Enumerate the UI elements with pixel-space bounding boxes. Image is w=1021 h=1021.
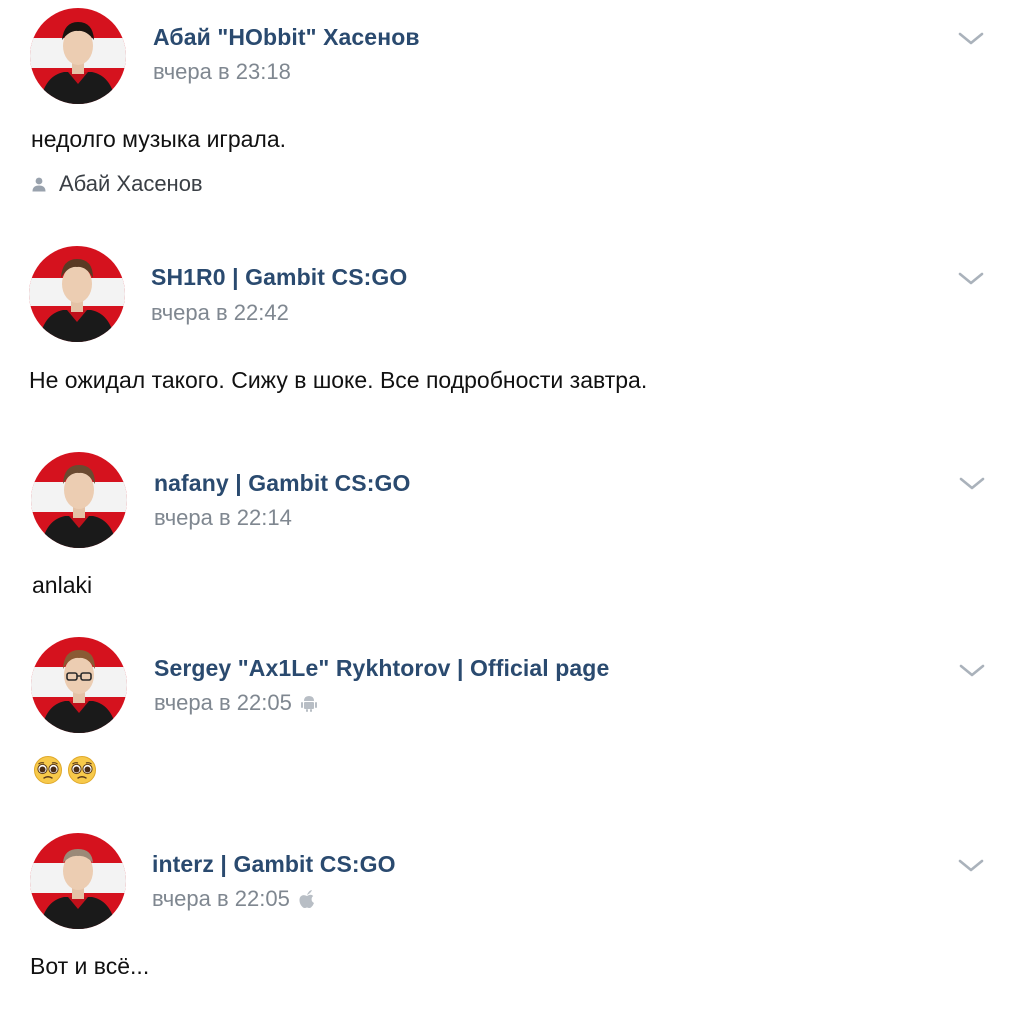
post-text: Не ожидал такого. Сижу в шоке. Все подро…	[29, 367, 648, 393]
post-emojis	[33, 755, 97, 785]
post-text: Вот и всё...	[30, 953, 150, 979]
post-time-label: вчера в 23:18	[153, 59, 291, 84]
avatar[interactable]	[30, 8, 126, 104]
avatar[interactable]	[30, 833, 126, 929]
pleading-face-emoji	[34, 756, 62, 784]
chevron-down-icon[interactable]	[957, 858, 985, 874]
player-avatar-icon	[29, 246, 125, 342]
post-time-label: вчера в 22:14	[154, 505, 292, 530]
player-avatar-icon	[31, 637, 127, 733]
post-signer-name: Абай Хасенов	[59, 171, 203, 196]
avatar[interactable]	[31, 452, 127, 548]
post-author[interactable]: Абай "HObbit" Хасенов	[153, 24, 420, 51]
chevron-down-icon[interactable]	[958, 476, 986, 492]
post-author[interactable]: Sergey "Ax1Le" Rykhtorov | Official page	[154, 655, 609, 682]
post-time[interactable]: вчера в 22:42	[151, 300, 289, 326]
chevron-down-icon[interactable]	[957, 31, 985, 47]
player-avatar-icon	[30, 833, 126, 929]
post-time-label: вчера в 22:05	[152, 886, 290, 911]
post-signer[interactable]: Абай Хасенов	[31, 171, 203, 197]
post-time-label: вчера в 22:05	[154, 690, 292, 715]
chevron-down-icon[interactable]	[958, 663, 986, 679]
post-time[interactable]: вчера в 23:18	[153, 59, 291, 85]
apple-icon	[299, 890, 314, 909]
post-time[interactable]: вчера в 22:14	[154, 505, 292, 531]
post-time[interactable]: вчера в 22:05	[154, 690, 318, 716]
avatar[interactable]	[31, 637, 127, 733]
pleading-face-emoji	[68, 756, 96, 784]
post-time[interactable]: вчера в 22:05	[152, 886, 316, 912]
post-author[interactable]: interz | Gambit CS:GO	[152, 851, 396, 878]
avatar[interactable]	[29, 246, 125, 342]
post-time-label: вчера в 22:42	[151, 300, 289, 325]
user-icon	[32, 177, 46, 192]
android-icon	[300, 696, 317, 712]
post-author[interactable]: SH1R0 | Gambit CS:GO	[151, 264, 407, 291]
player-avatar-icon	[30, 8, 126, 104]
post-text: недолго музыка играла.	[31, 126, 286, 152]
post-text: anlaki	[32, 572, 93, 598]
chevron-down-icon[interactable]	[957, 271, 985, 287]
player-avatar-icon	[31, 452, 127, 548]
post-author[interactable]: nafany | Gambit CS:GO	[154, 470, 410, 497]
